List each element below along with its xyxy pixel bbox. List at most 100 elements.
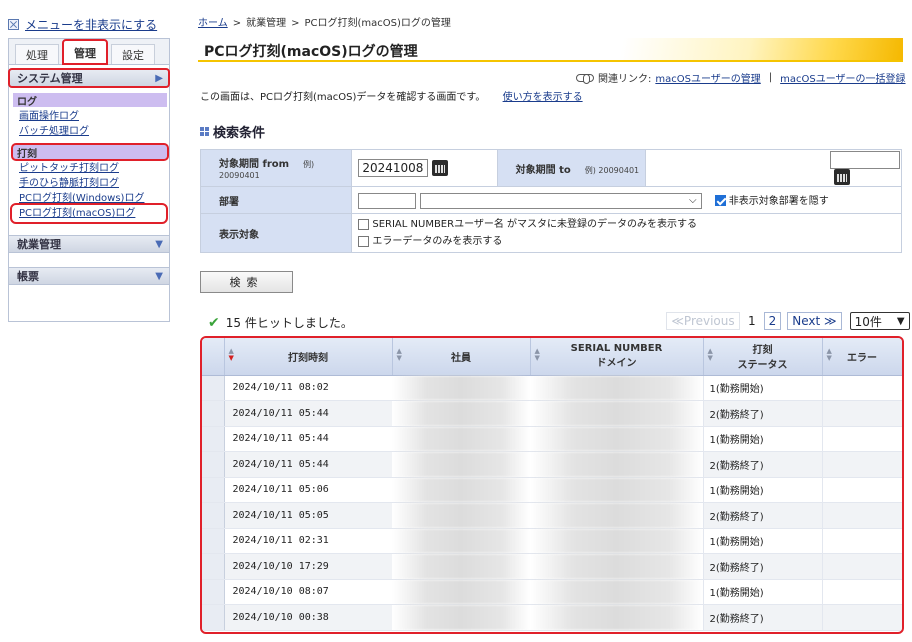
row-index-cell	[202, 604, 225, 631]
breadcrumb-work-admin: 就業管理	[246, 18, 287, 29]
sidebar-section-reports[interactable]: 帳票 ▼	[9, 267, 169, 285]
time-cell: 2024/10/11 05:06	[224, 477, 392, 503]
serial-cell-redacted	[530, 553, 703, 580]
time-cell: 2024/10/11 02:31	[224, 528, 392, 554]
table-row[interactable]: 2024/10/10 08:07 1(勤務開始)	[202, 579, 902, 605]
table-row[interactable]: 2024/10/11 05:44 1(勤務開始)	[202, 426, 902, 452]
status-header-line2: ステータス	[737, 360, 788, 372]
chevron-down-icon: ▼	[155, 238, 163, 250]
sort-icon[interactable]: ▲ ▼	[535, 348, 540, 362]
tab-process[interactable]: 処理	[15, 44, 59, 64]
employee-cell-redacted	[392, 451, 530, 478]
display-label: 表示対象	[219, 229, 259, 241]
per-page-value: 10件	[854, 314, 882, 329]
table-row[interactable]: 2024/10/11 05:44 2(勤務終了)	[202, 400, 902, 427]
dept-cell: ⌵ 非表示対象部署を隠す	[351, 186, 902, 214]
breadcrumb-current: PCログ打刻(macOS)ログの管理	[304, 18, 451, 29]
row-index-cell	[202, 451, 225, 478]
breadcrumb-home[interactable]: ホーム	[198, 18, 228, 29]
status-cell: 1(勤務開始)	[702, 426, 823, 452]
sidebar: 処理 管理 設定 システム管理 ▶ ログ 画面操作ログ バッチ処理ログ 打刻 ピ…	[8, 38, 170, 322]
unregistered-option[interactable]: SERIAL NUMBERユーザー名 がマスタに未登録のデータのみを表示する	[358, 216, 900, 233]
sidebar-item-batch-log[interactable]: バッチ処理ログ	[19, 124, 169, 139]
sort-icon[interactable]: ▲ ▼	[827, 348, 832, 362]
time-header[interactable]: ▲ ▼ 打刻時刻	[224, 338, 393, 376]
employee-cell-redacted	[392, 579, 530, 605]
title-bar: PCログ打刻(macOS)ログの管理	[198, 38, 903, 62]
macos-user-admin-link[interactable]: macOSユーザーの管理	[655, 70, 760, 85]
calendar-icon[interactable]	[834, 169, 850, 185]
collapse-icon	[8, 18, 19, 30]
page-title: PCログ打刻(macOS)ログの管理	[204, 44, 418, 60]
hide-menu-link[interactable]: メニューを非表示にする	[25, 16, 157, 33]
table-row[interactable]: 2024/10/10 17:29 2(勤務終了)	[202, 553, 902, 580]
results-table-container: ▲ ▼ 打刻時刻 ▲ ▼ 社員 ▲ ▼ SERIAL NUMBER ドメイン ▲ ▼ 打刻 ステータ…	[200, 336, 904, 634]
error-cell	[822, 553, 902, 580]
table-row[interactable]: 2024/10/11 05:44 2(勤務終了)	[202, 451, 902, 478]
sidebar-item-pittouch-log[interactable]: ピットタッチ打刻ログ	[19, 161, 169, 176]
status-cell: 2(勤務終了)	[702, 400, 823, 427]
status-cell: 1(勤務開始)	[702, 375, 823, 401]
employee-header[interactable]: ▲ ▼ 社員	[392, 338, 531, 376]
per-page-select[interactable]: 10件 ▼	[849, 312, 910, 330]
search-button[interactable]: 検索	[200, 271, 293, 293]
calendar-icon[interactable]	[432, 160, 449, 176]
next-button[interactable]: Next ≫	[787, 312, 842, 330]
error-cell	[822, 375, 902, 401]
hide-dept-option[interactable]: 非表示対象部署を隠す	[714, 195, 829, 207]
search-conditions-table: 対象期間 from 例) 20090401 20241008 対象期間 to 例) …	[199, 149, 902, 253]
dept-select[interactable]: ⌵	[419, 192, 702, 209]
tab-settings[interactable]: 設定	[111, 44, 155, 64]
serial-header-line2: ドメイン	[596, 358, 637, 370]
sidebar-item-palm-vein-log[interactable]: 手のひら静脈打刻ログ	[19, 176, 169, 191]
error-cell	[822, 604, 902, 631]
sidebar-item-screen-log[interactable]: 画面操作ログ	[19, 109, 169, 124]
table-row[interactable]: 2024/10/10 00:38 2(勤務終了)	[202, 604, 902, 631]
error-only-option[interactable]: エラーデータのみを表示する	[358, 233, 900, 250]
chevron-right-icon: ▶	[155, 72, 163, 84]
intro-text: この画面は、PCログ打刻(macOS)データを確認する画面です。 使い方を表示す…	[200, 88, 583, 103]
sidebar-item-pc-windows-log[interactable]: PCログ打刻(Windows)ログ	[19, 191, 169, 206]
sort-desc-icon[interactable]: ▲ ▼	[229, 348, 234, 362]
error-cell	[822, 400, 902, 427]
sidebar-item-pc-macos-log[interactable]: PCログ打刻(macOS)ログ	[10, 203, 168, 224]
sidebar-section-work-admin[interactable]: 就業管理 ▼	[9, 235, 169, 253]
to-label-cell: 対象期間 to 例) 20090401	[496, 149, 647, 187]
grid-square-icon	[200, 127, 209, 136]
error-header-label: エラー	[847, 352, 877, 364]
page-2-button[interactable]: 2	[763, 312, 782, 330]
time-cell: 2024/10/10 08:07	[224, 579, 392, 605]
sidebar-section-label: システム管理	[17, 72, 83, 85]
related-links: 関連リンク: macOSユーザーの管理 | macOSユーザーの一括登録	[576, 70, 906, 85]
table-row[interactable]: 2024/10/11 05:06 1(勤務開始)	[202, 477, 902, 503]
hide-menu-toggle[interactable]: メニューを非表示にする	[8, 15, 173, 33]
time-header-label: 打刻時刻	[288, 352, 328, 364]
status-cell: 2(勤務終了)	[702, 553, 823, 580]
error-only-label: エラーデータのみを表示する	[372, 236, 503, 247]
help-link[interactable]: 使い方を表示する	[503, 92, 583, 103]
error-only-checkbox[interactable]	[358, 235, 370, 247]
status-cell: 2(勤務終了)	[702, 451, 823, 478]
sort-icon[interactable]: ▲ ▼	[708, 348, 713, 362]
display-cell: SERIAL NUMBERユーザー名 がマスタに未登録のデータのみを表示する エ…	[351, 213, 902, 253]
to-date-input[interactable]	[830, 151, 900, 169]
employee-cell-redacted	[392, 400, 530, 427]
unregistered-label: SERIAL NUMBERユーザー名 がマスタに未登録のデータのみを表示する	[372, 219, 698, 230]
table-row[interactable]: 2024/10/11 08:02 1(勤務開始)	[202, 375, 902, 401]
sort-icon[interactable]: ▲ ▼	[397, 348, 402, 362]
serial-header[interactable]: ▲ ▼ SERIAL NUMBER ドメイン	[530, 338, 704, 376]
table-row[interactable]: 2024/10/11 05:05 2(勤務終了)	[202, 502, 902, 529]
status-cell: 2(勤務終了)	[702, 604, 823, 631]
previous-button[interactable]: ≪Previous	[666, 312, 740, 330]
status-header[interactable]: ▲ ▼ 打刻 ステータス	[703, 338, 823, 376]
unregistered-checkbox[interactable]	[358, 218, 370, 230]
sidebar-section-system-admin[interactable]: システム管理 ▶	[8, 68, 170, 88]
tab-admin[interactable]: 管理	[62, 39, 108, 65]
error-header[interactable]: ▲ ▼ エラー	[822, 338, 902, 376]
dept-code-input[interactable]	[358, 192, 417, 209]
status-cell: 1(勤務開始)	[702, 477, 823, 503]
hide-dept-checkbox[interactable]	[714, 195, 726, 206]
from-date-input[interactable]: 20241008	[358, 159, 429, 177]
table-row[interactable]: 2024/10/11 02:31 1(勤務開始)	[202, 528, 902, 554]
macos-user-bulk-link[interactable]: macOSユーザーの一括登録	[780, 70, 905, 85]
